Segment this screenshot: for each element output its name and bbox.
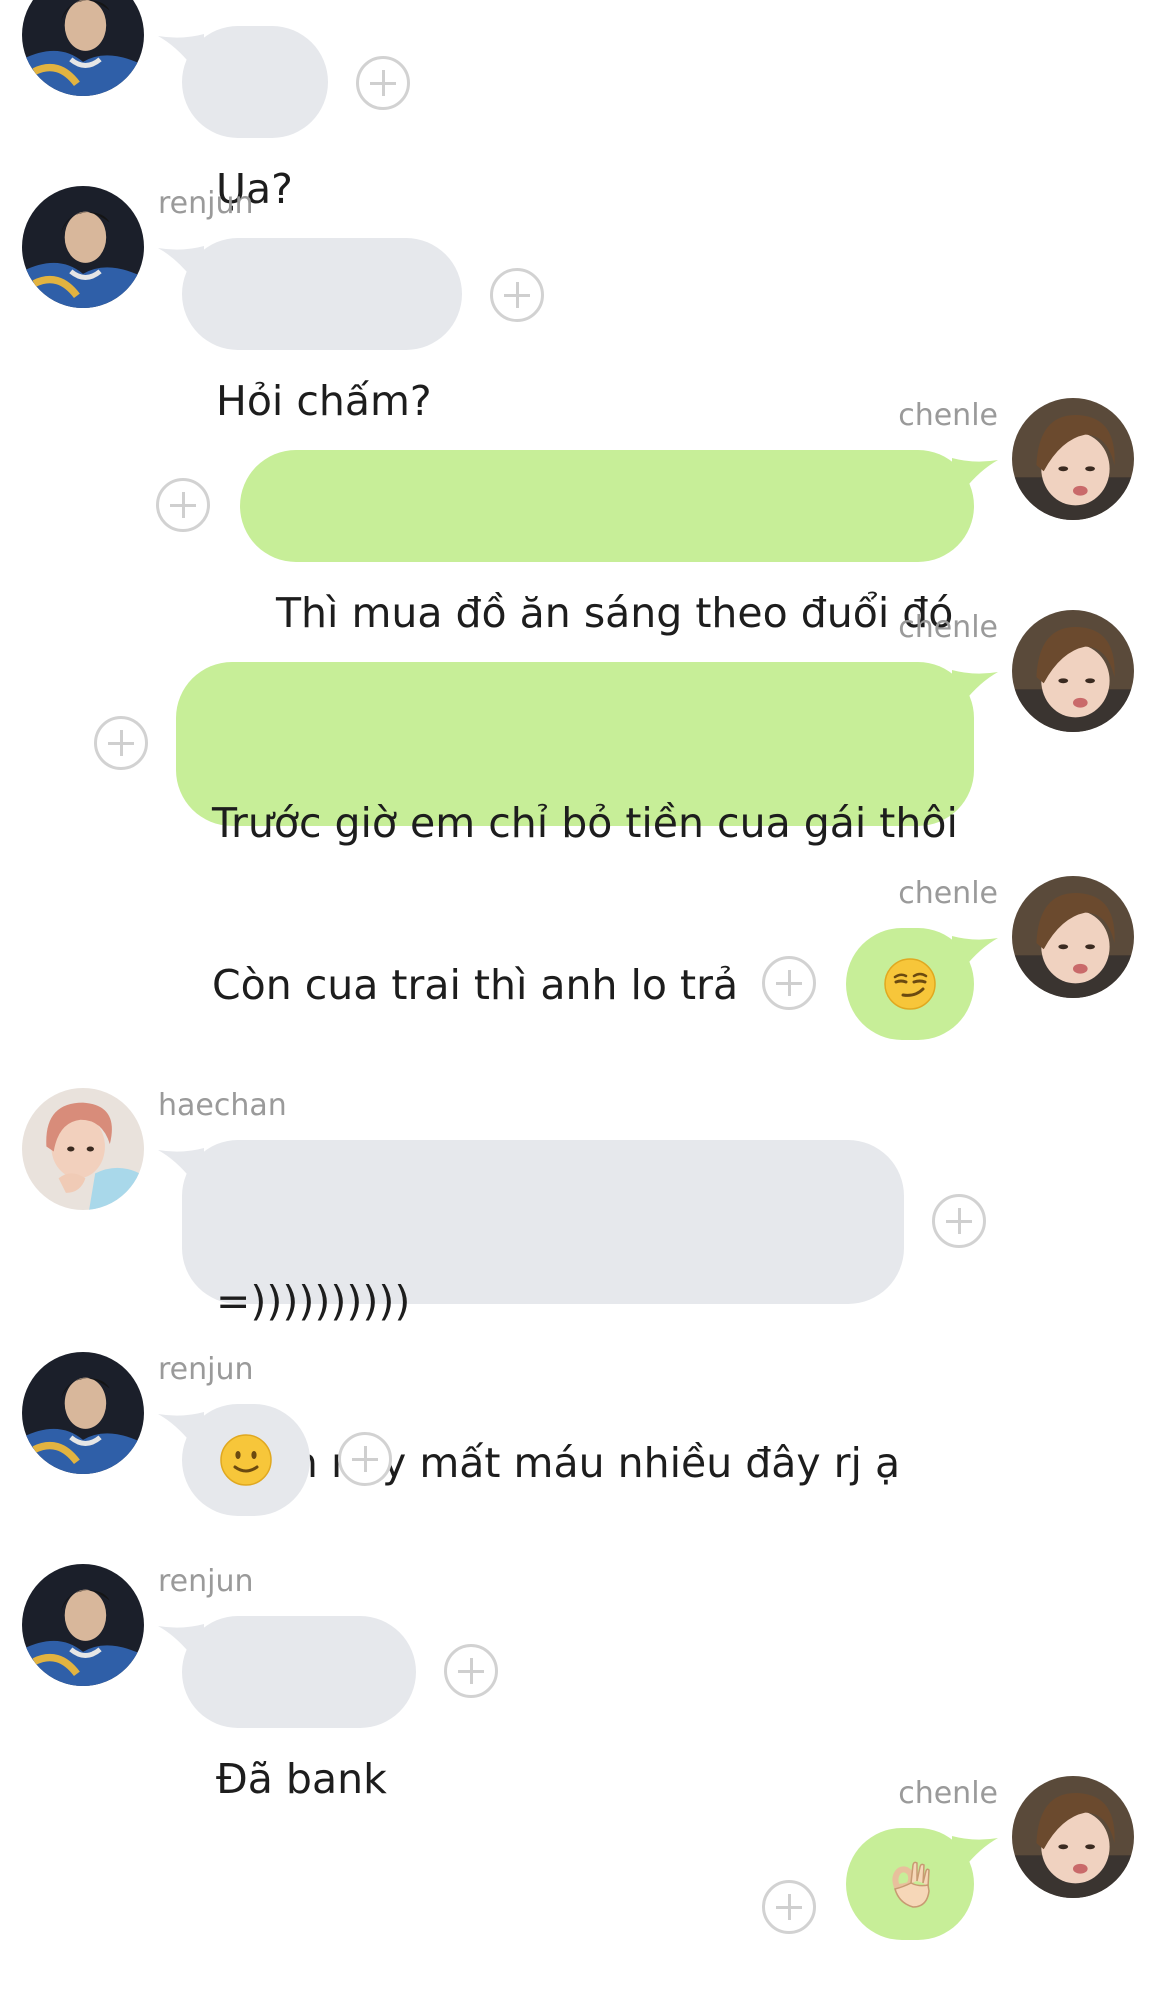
add-reaction-button[interactable] [932, 1194, 986, 1248]
sender-name: renjun [158, 1352, 254, 1387]
add-reaction-button[interactable] [762, 956, 816, 1010]
avatar[interactable] [22, 1564, 144, 1686]
chenle-avatar-image [1012, 1776, 1134, 1898]
add-reaction-button[interactable] [338, 1432, 392, 1486]
add-reaction-button[interactable] [444, 1644, 498, 1698]
message-bubble[interactable]: Thì mua đồ ăn sáng theo đuổi đó [240, 450, 974, 637]
renjun-avatar-image [22, 0, 144, 96]
chenle-avatar-image [1012, 876, 1134, 998]
message-bubble[interactable]: =)))))))))) Phen này mất máu nhiều đây r… [182, 1140, 904, 1487]
ok-hand-emoji-icon [892, 1861, 930, 1908]
sender-name: renjun [158, 186, 254, 221]
renjun-avatar-image [22, 186, 144, 308]
chenle-avatar-image [1012, 398, 1134, 520]
haechan-avatar-image [22, 1088, 144, 1210]
sender-name: chenle [898, 1776, 998, 1811]
sender-name: chenle [898, 610, 998, 645]
avatar[interactable] [1012, 398, 1134, 520]
avatar[interactable] [22, 1352, 144, 1474]
message-text: Đã bank [216, 1755, 387, 1803]
message-text-line-1: =)))))))))) [216, 1277, 411, 1325]
message-text: Hỏi chấm? [216, 377, 432, 425]
message-text-line-1: Trước giờ em chỉ bỏ tiền cua gái thôi [212, 799, 958, 847]
message-bubble[interactable] [182, 1404, 310, 1516]
message-text-line-2: Phen này mất máu nhiều đây rj ạ [216, 1439, 901, 1487]
renjun-avatar-image [22, 1564, 144, 1686]
message-bubble[interactable]: Ụa? [182, 26, 328, 213]
message-text: Thì mua đồ ăn sáng theo đuổi đó [276, 589, 954, 637]
message-bubble[interactable]: Đã bank [182, 1616, 416, 1803]
sender-name: chenle [898, 398, 998, 433]
add-reaction-button[interactable] [490, 268, 544, 322]
message-bubble[interactable] [846, 1828, 974, 1940]
chenle-avatar-image [1012, 610, 1134, 732]
add-reaction-button[interactable] [156, 478, 210, 532]
avatar[interactable] [22, 1088, 144, 1210]
sender-name: haechan [158, 1088, 287, 1123]
sender-name: chenle [898, 876, 998, 911]
message-bubble[interactable]: Trước giờ em chỉ bỏ tiền cua gái thôi Cò… [176, 662, 974, 1009]
avatar[interactable] [22, 186, 144, 308]
renjun-avatar-image [22, 1352, 144, 1474]
smirking-face-emoji-icon [884, 958, 936, 1010]
avatar[interactable] [1012, 1776, 1134, 1898]
avatar[interactable] [1012, 876, 1134, 998]
message-bubble[interactable]: Hỏi chấm? [182, 238, 462, 425]
add-reaction-button[interactable] [94, 716, 148, 770]
avatar[interactable] [22, 0, 144, 96]
avatar[interactable] [1012, 610, 1134, 732]
add-reaction-button[interactable] [762, 1880, 816, 1934]
message-bubble[interactable] [846, 928, 974, 1040]
slightly-smiling-face-emoji-icon [220, 1434, 272, 1486]
add-reaction-button[interactable] [356, 56, 410, 110]
sender-name: renjun [158, 1564, 254, 1599]
